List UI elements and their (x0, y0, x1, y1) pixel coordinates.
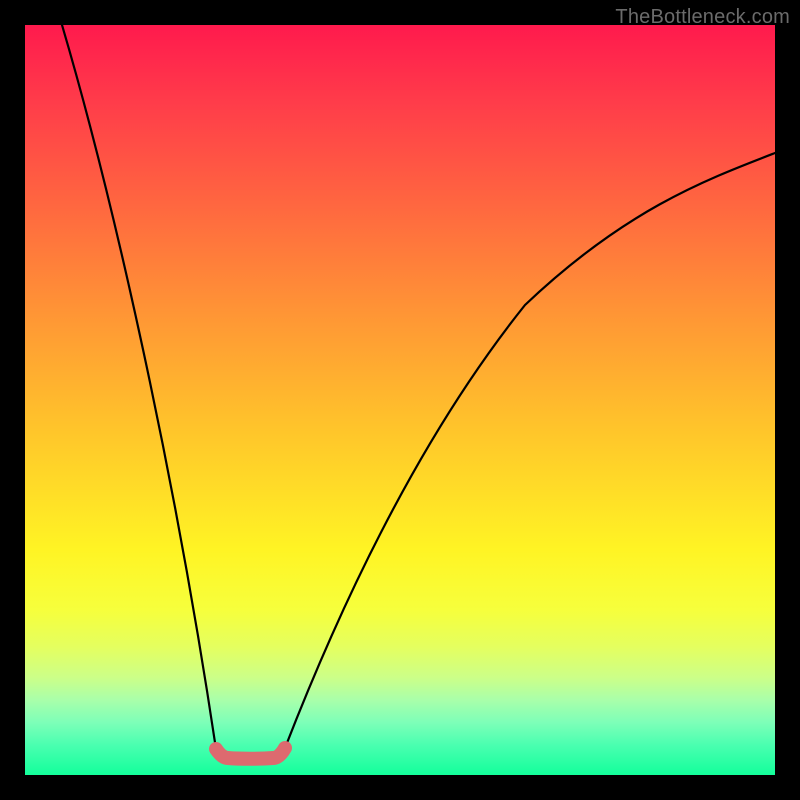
curve-highlight (216, 748, 285, 759)
watermark-text: TheBottleneck.com (615, 6, 790, 29)
chart-svg (25, 25, 775, 775)
curve-left-branch (62, 25, 228, 758)
chart-plot-area (25, 25, 775, 775)
curve-right-branch (273, 153, 775, 758)
